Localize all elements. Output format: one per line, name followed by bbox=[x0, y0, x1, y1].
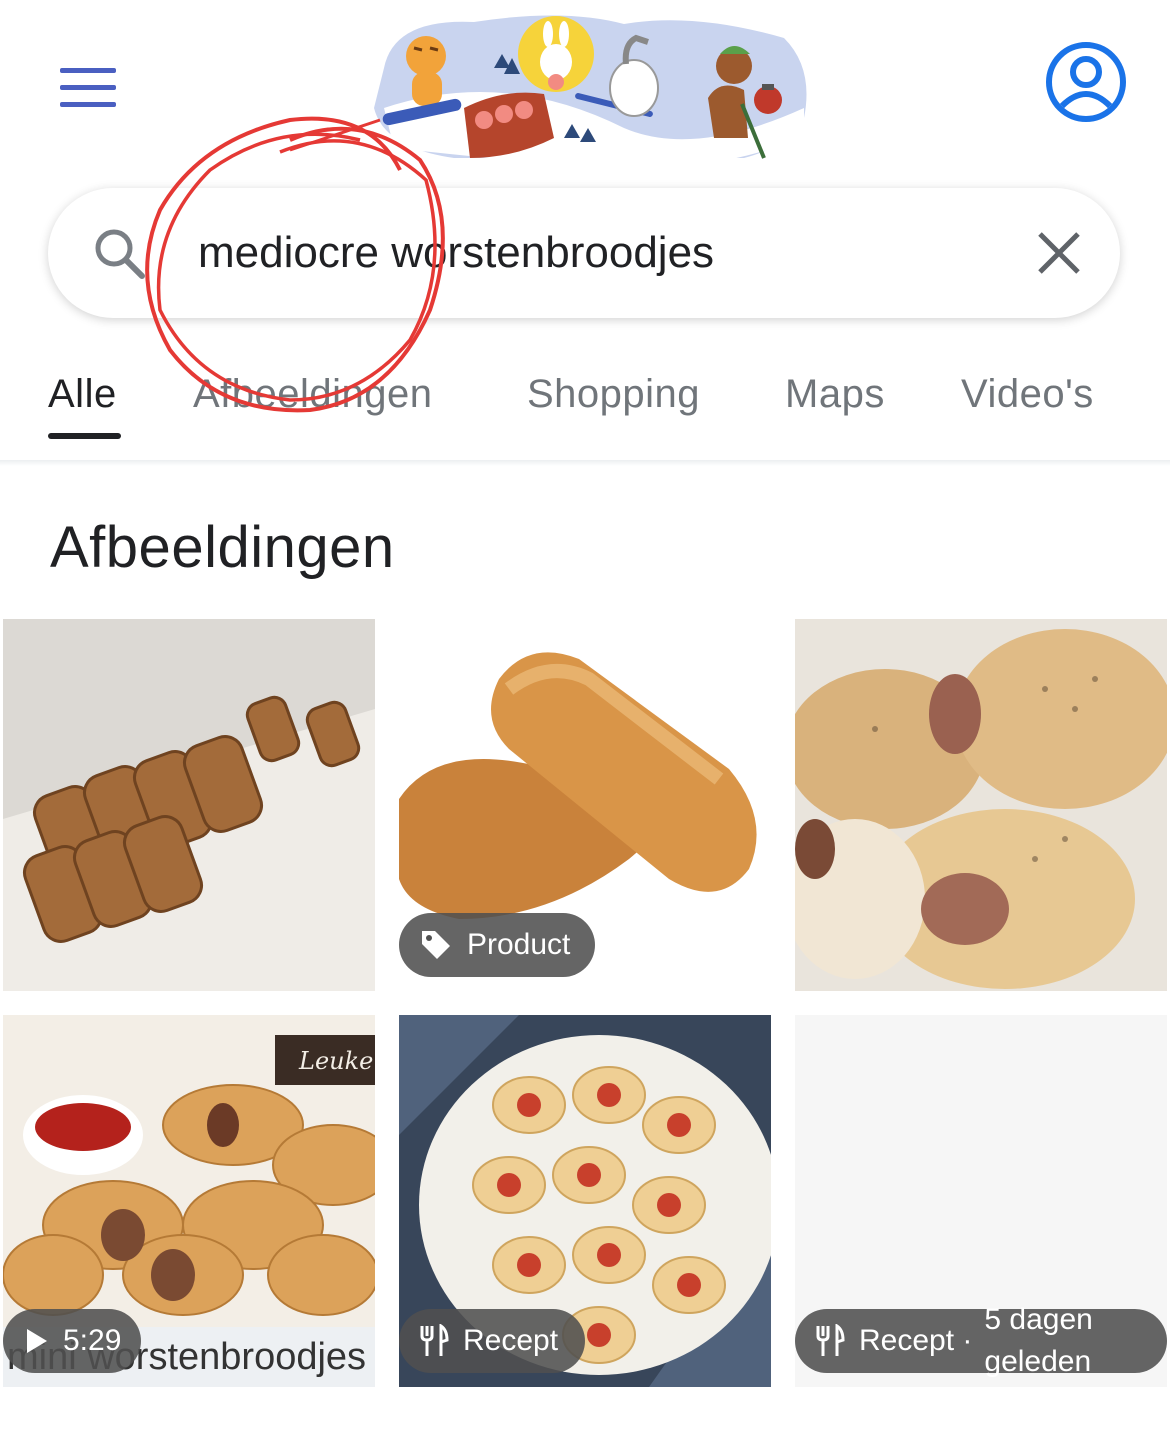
product-badge: Product bbox=[399, 913, 595, 977]
tab-maps[interactable]: Maps bbox=[785, 372, 885, 417]
section-title: Afbeeldingen bbox=[50, 515, 395, 580]
recipe-badge-6: Recept · 5 dagen geleden bbox=[795, 1303, 1167, 1378]
tabs-divider bbox=[0, 460, 1170, 466]
image-result-3[interactable] bbox=[795, 619, 1167, 991]
recipe-label-6: Recept · bbox=[859, 1324, 973, 1357]
recipe-date-line1: 5 dagen bbox=[984, 1303, 1093, 1336]
recipe-badge-5: Recept bbox=[399, 1309, 585, 1373]
tab-alle[interactable]: Alle bbox=[48, 372, 117, 417]
sausage-rolls-image bbox=[3, 619, 375, 991]
cutlery-icon bbox=[816, 1324, 845, 1356]
header bbox=[0, 0, 1170, 180]
cutlery-icon bbox=[420, 1324, 449, 1356]
search-input[interactable] bbox=[198, 218, 1018, 288]
clear-icon[interactable] bbox=[1034, 228, 1084, 278]
video-duration: 5:29 bbox=[63, 1324, 122, 1357]
image-result-6[interactable]: Recept · 5 dagen geleden bbox=[795, 1015, 1167, 1387]
image-result-1[interactable] bbox=[3, 619, 375, 991]
tab-afbeeldingen[interactable]: Afbeeldingen bbox=[193, 372, 433, 417]
image-result-4[interactable]: Leuke mini worstenbroodjes 5:29 bbox=[3, 1015, 375, 1387]
hamburger-menu-icon[interactable] bbox=[60, 68, 120, 110]
video-duration-badge: 5:29 bbox=[3, 1309, 141, 1373]
play-icon bbox=[27, 1329, 47, 1353]
active-tab-indicator bbox=[48, 433, 121, 439]
tab-shopping[interactable]: Shopping bbox=[527, 372, 700, 417]
google-doodle[interactable] bbox=[364, 8, 810, 180]
tab-videos[interactable]: Video's bbox=[961, 372, 1094, 417]
product-badge-label: Product bbox=[467, 928, 571, 961]
tag-icon bbox=[422, 931, 450, 959]
search-icon[interactable] bbox=[90, 224, 148, 282]
image-result-5[interactable]: Recept bbox=[399, 1015, 771, 1387]
search-tabs: Alle Afbeeldingen Shopping Maps Video's bbox=[0, 340, 1170, 460]
account-icon[interactable] bbox=[1044, 40, 1128, 124]
recipe-date: 5 dagen geleden bbox=[984, 1299, 1092, 1383]
recipe-date-line2: geleden bbox=[984, 1345, 1092, 1378]
image-result-2[interactable]: Product bbox=[399, 619, 771, 991]
search-box bbox=[48, 188, 1120, 318]
sausage-bread-image bbox=[795, 619, 1167, 991]
recipe-label-5: Recept bbox=[463, 1324, 559, 1357]
leuke-watermark: Leuke bbox=[298, 1047, 373, 1075]
